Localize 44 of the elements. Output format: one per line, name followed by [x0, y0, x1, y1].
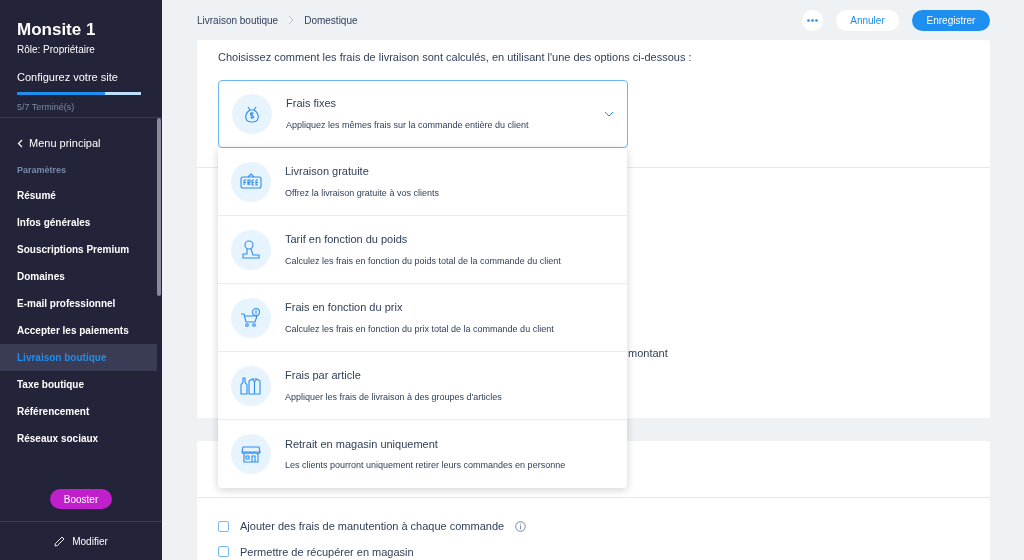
checkbox-label: Ajouter des frais de manutention à chaque commande [240, 519, 505, 534]
sidebar-item[interactable]: Infos générales [0, 209, 162, 236]
dropdown-option[interactable]: Frais en fonction du prix Calculez les frais en fonction du prix total de la commande du client [218, 284, 627, 352]
dropdown-option[interactable]: Livraison gratuite Offrez la livraison gratuite à vos clients [218, 148, 627, 216]
checkbox-label: Permettre de récupérer en magasin [240, 544, 414, 560]
sidebar-item[interactable]: Référencement [0, 398, 162, 425]
progress-label: 5/7 Terminé(s) [17, 100, 76, 114]
booster-button[interactable]: Booster [50, 489, 112, 509]
checkbox[interactable] [218, 546, 229, 558]
edit-button[interactable]: Modifier [54, 533, 108, 549]
scale-icon [239, 237, 263, 262]
sidebar-item[interactable]: Souscriptions Premium [0, 236, 162, 263]
setup-label: Configurez votre site [17, 70, 119, 85]
sidebar-item[interactable]: Domaines [0, 263, 162, 290]
dropdown-option[interactable]: Retrait en magasin uniquement Les clients pourront uniquement retirer leurs commandes en personne [218, 420, 627, 488]
dropdown-option[interactable]: Tarif en fonction du poids Calculez les frais en fonction du poids total de la commande du client [218, 216, 627, 284]
pencil-icon [54, 535, 66, 547]
breadcrumb-current: Domestique [304, 13, 358, 28]
site-name: Monsite 1 [17, 20, 97, 40]
body-text: montant [628, 346, 668, 361]
dropdown-option[interactable]: Frais par article Appliquer les frais de livraison à des groupes d'articles [218, 352, 627, 420]
section-label: Paramètres [16, 164, 68, 177]
checkbox[interactable] [218, 520, 229, 532]
sidebar-item[interactable]: Accepter les paiements [0, 317, 162, 344]
chevron-left-icon [17, 139, 23, 148]
option-title: Frais fixes [286, 96, 338, 111]
back-link[interactable]: Menu principal [0, 118, 162, 156]
chevron-right-icon [288, 15, 295, 25]
info-icon[interactable] [515, 520, 527, 532]
more-button[interactable] [802, 9, 823, 31]
sidebar-item[interactable]: Résumé [0, 182, 162, 209]
cancel-button[interactable]: Annuler [836, 9, 899, 31]
chevron-down-icon [604, 110, 614, 117]
option-description: Appliquez les mêmes frais sur la commande entière du client [286, 118, 530, 132]
cart-icon [239, 305, 263, 330]
scrollbar[interactable] [157, 118, 161, 296]
rate-select[interactable]: Frais fixes Appliquez les mêmes frais sur la commande entière du client [218, 79, 628, 148]
sidebar-item[interactable]: E-mail professionnel [0, 290, 162, 317]
role-label: Rôle: Propriétaire [17, 43, 96, 57]
more-icon [807, 18, 818, 22]
breadcrumb-link[interactable]: Livraison boutique [197, 12, 279, 28]
intro-text: Choisissez comment les frais de livraison sont calculés, en utilisant l'une des options ci-dessous : [218, 50, 693, 65]
sidebar-item[interactable]: Taxe boutique [0, 371, 162, 398]
sidebar-item[interactable]: Réseaux sociaux [0, 425, 162, 452]
